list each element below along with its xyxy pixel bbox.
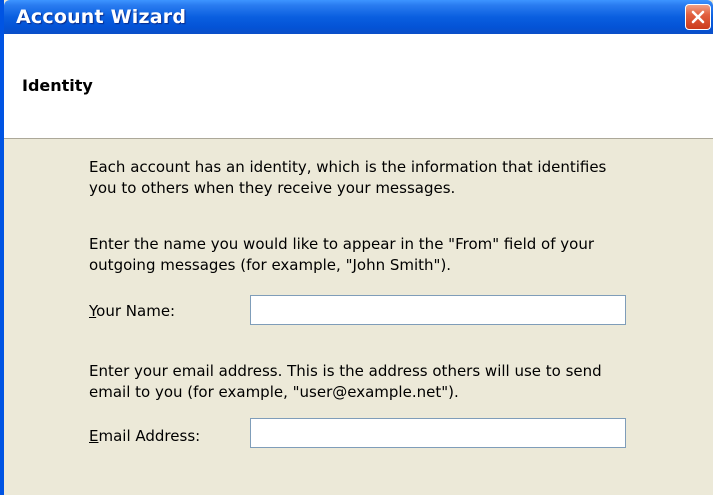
email-help-line-2: email to you (for example, "user@example… [89,383,459,401]
email-address-input[interactable] [250,418,626,448]
name-help-text: Enter the name you would like to appear … [89,234,649,276]
window-title: Account Wizard [16,6,187,28]
email-address-label: Email Address: [89,427,200,445]
email-help-text: Enter your email address. This is the ad… [89,361,649,403]
email-help-line-1: Enter your email address. This is the ad… [89,362,602,380]
your-name-label: Your Name: [89,302,175,320]
intro-line-2: you to others when they receive your mes… [89,179,456,197]
identity-intro-text: Each account has an identity, which is t… [89,157,649,199]
name-help-line-1: Enter the name you would like to appear … [89,235,595,253]
page-title: Identity [22,76,93,95]
your-name-label-text: our Name: [96,302,176,320]
account-wizard-window: Account Wizard Identity Each account has… [0,0,713,495]
close-button[interactable] [685,4,711,30]
wizard-header-panel: Identity [4,34,713,139]
intro-line-1: Each account has an identity, which is t… [89,158,607,176]
your-name-input[interactable] [250,295,626,325]
close-icon [691,10,705,24]
name-help-line-2: outgoing messages (for example, "John Sm… [89,256,452,274]
title-bar[interactable]: Account Wizard [4,0,713,34]
email-address-label-text: mail Address: [98,427,201,445]
